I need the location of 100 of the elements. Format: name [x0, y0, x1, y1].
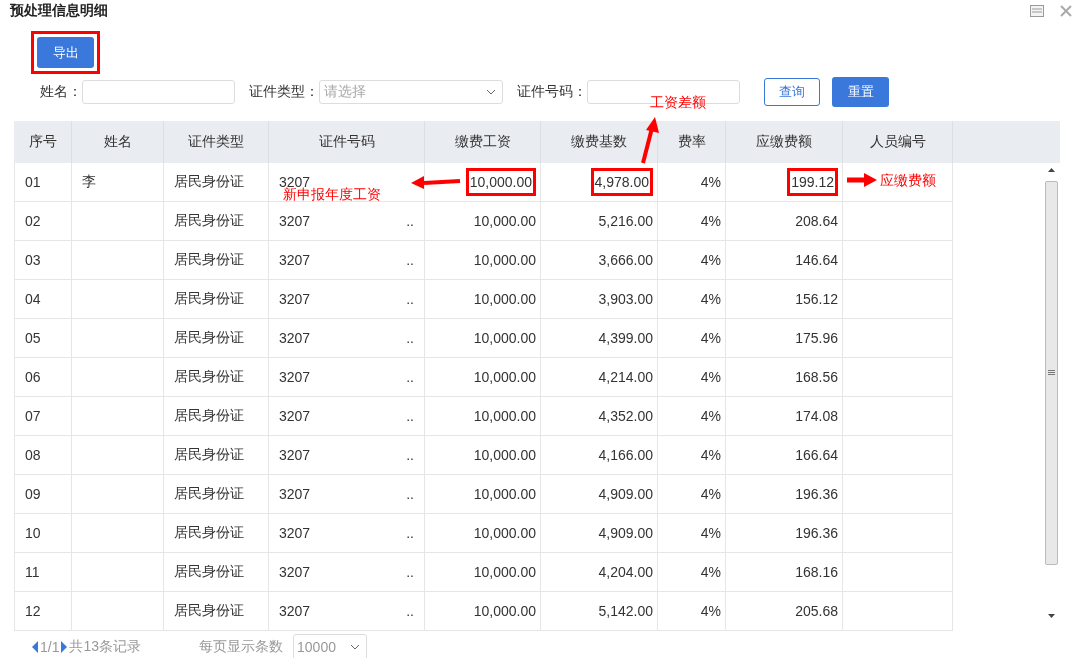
table-cell: 06 [14, 358, 72, 396]
table-cell: 10,000.00 [425, 319, 541, 357]
highlighted-cell-value: 4,978.00 [590, 168, 653, 196]
table-cell: 4% [658, 514, 726, 552]
table-cell: 11 [14, 553, 72, 591]
table-cell: 4% [658, 397, 726, 435]
table-cell: 4% [658, 436, 726, 474]
table-cell: 居民身份证 [164, 319, 269, 357]
table-cell: 4% [658, 475, 726, 513]
table-cell: 居民身份证 [164, 241, 269, 279]
table-cell: 3207 [279, 369, 311, 385]
table-cell: 4,204.00 [541, 553, 658, 591]
table-cell: 4,399.00 [541, 319, 658, 357]
previous-page-icon[interactable] [32, 641, 38, 653]
table-cell: 4% [658, 202, 726, 240]
table-cell: 02 [14, 202, 72, 240]
table-cell: 4% [658, 592, 726, 630]
table-cell: 4% [658, 319, 726, 357]
table-cell: 156.12 [726, 280, 843, 318]
table-cell: 4% [658, 358, 726, 396]
table-cell: 居民身份证 [164, 358, 269, 396]
table-cell: 10,000.00 [425, 241, 541, 279]
table-cell: .. [406, 603, 414, 619]
table-cell: 10,000.00 [425, 358, 541, 396]
column-header: 姓名 [72, 121, 164, 163]
table-cell: 居民身份证 [164, 163, 269, 201]
table-cell: .. [406, 369, 414, 385]
table-cell: 01 [14, 163, 72, 201]
column-header: 证件类型 [164, 121, 269, 163]
table-cell: 3,903.00 [541, 280, 658, 318]
table-cell: .. [406, 486, 414, 502]
table-cell: .. [406, 564, 414, 580]
table-cell: 居民身份证 [164, 553, 269, 591]
table-cell: 3207 [279, 603, 311, 619]
table-cell: 4,352.00 [541, 397, 658, 435]
table-cell: 居民身份证 [164, 397, 269, 435]
close-icon[interactable] [1060, 5, 1072, 17]
table-cell: 3207 [279, 408, 311, 424]
table-cell: .. [406, 408, 414, 424]
next-page-icon[interactable] [61, 641, 68, 653]
table-cell: 3207 [279, 252, 311, 268]
table-cell: 3207 [279, 330, 311, 346]
page-size-select[interactable]: 10000 [293, 634, 368, 658]
annotation-text: 应缴费额 [880, 172, 936, 190]
column-header: 缴费工资 [425, 121, 541, 163]
table-cell: 3207 [279, 525, 311, 541]
table-cell: 4% [658, 163, 726, 201]
table-cell: .. [406, 291, 414, 307]
table-cell: 10,000.00 [425, 436, 541, 474]
table-cell: 168.16 [726, 553, 843, 591]
field-label: 证件类型： [249, 83, 319, 101]
annotation-arrow [846, 172, 878, 188]
table-cell: 174.08 [726, 397, 843, 435]
table-cell: 居民身份证 [164, 202, 269, 240]
table-cell: 居民身份证 [164, 475, 269, 513]
query-button[interactable]: 查询 [764, 78, 820, 106]
table-cell: 3207 [279, 213, 311, 229]
table-cell: 居民身份证 [164, 436, 269, 474]
table-cell: 居民身份证 [164, 280, 269, 318]
column-header: 证件号码 [269, 121, 425, 163]
table-cell: 10,000.00 [425, 592, 541, 630]
table-cell: 10,000.00 [425, 475, 541, 513]
id-type-select[interactable]: 请选择 [319, 80, 503, 104]
reset-button[interactable]: 重置 [832, 77, 889, 107]
column-header: 人员编号 [843, 121, 953, 163]
table-cell: 175.96 [726, 319, 843, 357]
table-cell: 李 [72, 163, 164, 201]
table-cell: 3,666.00 [541, 241, 658, 279]
table-cell: 205.68 [726, 592, 843, 630]
table-cell: 03 [14, 241, 72, 279]
table-cell: 04 [14, 280, 72, 318]
table-cell: 07 [14, 397, 72, 435]
table-cell: 196.36 [726, 514, 843, 552]
table-cell: 居民身份证 [164, 514, 269, 552]
table-cell: 4% [658, 241, 726, 279]
table-cell: 4% [658, 553, 726, 591]
table-cell: 3207 [279, 291, 311, 307]
table-cell: 10,000.00 [425, 397, 541, 435]
table-cell: 146.64 [726, 241, 843, 279]
table-cell: 3207 [279, 564, 311, 580]
field-label: 姓名： [40, 83, 82, 101]
table-cell: 208.64 [726, 202, 843, 240]
table-cell: .. [406, 330, 414, 346]
scrollbar-thumb[interactable] [1045, 181, 1058, 565]
table-cell: 5,142.00 [541, 592, 658, 630]
table-cell: 3207 [279, 486, 311, 502]
export-button[interactable]: 导出 [37, 37, 94, 68]
table-cell: .. [406, 252, 414, 268]
window-icon[interactable] [1030, 5, 1044, 17]
table-cell: 10,000.00 [425, 553, 541, 591]
name-field[interactable] [82, 80, 235, 104]
table-cell: 10,000.00 [425, 280, 541, 318]
table-cell: 12 [14, 592, 72, 630]
table-cell: 4% [658, 280, 726, 318]
table-cell: 4,166.00 [541, 436, 658, 474]
column-header: 序号 [14, 121, 72, 163]
page-indicator: 1/1 [40, 639, 60, 655]
table-cell: 4,214.00 [541, 358, 658, 396]
table-cell: 168.56 [726, 358, 843, 396]
table-cell: .. [406, 447, 414, 463]
